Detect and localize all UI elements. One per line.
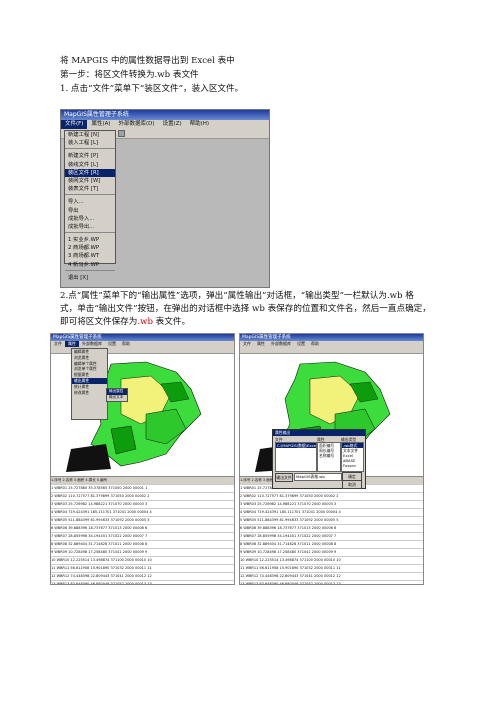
attribute-table: 1.序号 2.名称 3.面积 4.周长 5.编号 1 WBR01 25.7278… <box>240 476 423 584</box>
table-row[interactable]: 12 WBR12 74.448398 22.809443 371041 2000… <box>51 573 234 581</box>
menu-item-import[interactable]: 导入... <box>65 198 115 206</box>
menu-help[interactable]: 帮助(H) <box>186 120 213 129</box>
file-menu-dropdown: 新建工程 [N] 装入工程 [L] 新建文件 [P] 装线文件 [L] 装区文件… <box>64 130 116 281</box>
file-list[interactable]: C:\MAPGIS\数据\Excel区.WP <box>275 442 317 472</box>
table-row[interactable]: 3 WBR03 25.726982 14.988221 371070 2000 … <box>51 501 234 509</box>
menu-item-exit[interactable]: 退出 [X] <box>65 274 115 282</box>
list-item[interactable]: 名称编号 <box>318 453 340 458</box>
menu-item-load-area-file[interactable]: 装区文件 [R] <box>65 168 115 177</box>
table-row[interactable]: 11 WBR11 56.611958 15.901890 371032 2000… <box>240 565 423 573</box>
table-row[interactable]: 10 WBR10 12.225514 13.498874 371100 2000… <box>240 557 423 565</box>
step2-line3-a: 即可将区文件保存为 <box>60 317 138 327</box>
menu-item-load-table-file[interactable]: 装表文件 [T] <box>65 185 115 193</box>
table-row[interactable]: 3 WBR03 25.726982 14.988221 371070 2000 … <box>240 501 423 509</box>
table-row[interactable]: 2 WBR02 110.727577 81.379899 371050 2000… <box>51 493 234 501</box>
menu-settings[interactable]: 设置 <box>294 341 308 347</box>
table-row[interactable]: 5 WBR05 511.884399 81.994633 371092 2000… <box>51 517 234 525</box>
table-row[interactable]: 7 WBR07 28.855998 34.194451 371022 2000 … <box>240 533 423 541</box>
menu-file[interactable]: 文件 <box>240 341 254 347</box>
menu-external-db[interactable]: 外部数据库 <box>268 341 294 347</box>
menu-file[interactable]: 文件(F) <box>61 120 88 129</box>
menu-item-load-line-file[interactable]: 装线文件 [L] <box>65 161 115 169</box>
menu-item-export[interactable]: 导出 <box>65 207 115 215</box>
table-row[interactable]: 11 WBR11 56.611958 15.901890 371032 2000… <box>51 565 234 573</box>
menu-help[interactable]: 帮助 <box>119 341 133 347</box>
attribute-menu-dropdown: 编辑属性 浏览属性 编辑单个属性 浏览单个属性 根据属性 输出属性 统计属性 修… <box>71 348 108 420</box>
menu-bar: 文件(F) 属性(A) 外部数据库(D) 设置(Z) 帮助(H) <box>61 120 269 129</box>
menu-file[interactable]: 文件 <box>51 341 65 347</box>
menu-divider <box>65 148 115 151</box>
menu-item-recent-1[interactable]: 1 实业乡.WP <box>65 236 115 244</box>
screenshot-output-dialog: MapGIS属性管理子系统 文件 属性 外部数据库 设置 帮助 1.序号 2.名… <box>239 333 424 585</box>
menu-item-new-project[interactable]: 新建工程 [N] <box>65 131 115 139</box>
menu-help[interactable]: 帮助 <box>308 341 322 347</box>
menu-item-recent-2[interactable]: 2 商场都.WP <box>65 244 115 252</box>
step2-line3: 即可将区文件保存为.wb 表文件。 <box>60 317 190 328</box>
menu-divider <box>65 194 115 197</box>
menu-external-db[interactable]: 外部数据库 <box>79 341 105 347</box>
menu-item-batch-import[interactable]: 成批导入... <box>65 215 115 223</box>
table-row[interactable]: 4 WBR04 719.424391 185.111701 371041 200… <box>240 509 423 517</box>
menu-item-recent-3[interactable]: 3 商场都.WT <box>65 252 115 260</box>
cancel-button[interactable]: 取消 <box>342 480 362 489</box>
table-row[interactable]: 7 WBR07 28.855998 34.194451 371022 2000 … <box>51 533 234 541</box>
output-submenu: 输出属性 输出文本 <box>106 388 128 402</box>
attribute-table: 1.序号 2.名称 3.面积 4.周长 5.编号 1 WBR01 25.7278… <box>51 476 234 584</box>
attribute-output-dialog: 属性输出 文件 属性 输出类型 C:\MAPGIS\数据\Excel区.WP 面… <box>272 429 366 489</box>
screenshot-file-menu: MapGIS属性管理子系统 文件(F) 属性(A) 外部数据库(D) 设置(Z)… <box>60 109 270 288</box>
menu-settings[interactable]: 设置(Z) <box>159 120 186 129</box>
menu-attribute[interactable]: 属性 <box>65 341 79 347</box>
menu-item-new-file[interactable]: 新建文件 [P] <box>65 152 115 160</box>
menu-item-recent-4[interactable]: 4 新马乡.WP <box>65 261 115 269</box>
submenu-output-text[interactable]: 输出文本 <box>107 395 127 401</box>
field-list[interactable]: 面积编号 周长编号 名称编号 <box>317 442 341 472</box>
output-file-field[interactable]: MapGIS表格.wb <box>294 473 342 481</box>
table-row[interactable]: 1 WBR01 25.727880 35.378565 371000 2000 … <box>51 485 234 493</box>
table-body: 1 WBR01 25.727880 35.378565 371000 2000 … <box>51 485 234 584</box>
menu-attribute[interactable]: 属性 <box>254 341 268 347</box>
menu-item-modify-attr[interactable]: 修改属性 <box>72 390 107 396</box>
window-title: MapGIS属性管理子系统 <box>61 110 269 120</box>
menu-external-db[interactable]: 外部数据库(D) <box>115 120 159 129</box>
output-file-button[interactable]: 输出文件 <box>275 473 293 482</box>
table-row[interactable]: 9 WBR09 10.728498 17.258480 371041 2000 … <box>240 549 423 557</box>
table-row[interactable]: 8 WBR08 32.889404 31.714828 371011 2000 … <box>51 541 234 549</box>
menu-attribute[interactable]: 属性(A) <box>87 120 114 129</box>
screenshot-attribute-menu: MapGIS属性管理子系统 文件 属性 外部数据库 设置 帮助 编辑属性 浏览属… <box>50 333 235 585</box>
list-item[interactable]: C:\MAPGIS\数据\Excel区.WP <box>276 443 316 448</box>
list-item[interactable]: Foxpro <box>342 463 363 468</box>
table-row[interactable]: 5 WBR05 511.884399 81.994633 371092 2000… <box>240 517 423 525</box>
table-row[interactable]: 8 WBR08 32.889404 31.714828 371011 2000 … <box>240 541 423 549</box>
step1-heading: 第一步：将区文件转换为.wb 表文件 <box>60 70 199 80</box>
table-row[interactable]: 6 WBR06 39.888396 18.737677 371013 2000 … <box>51 525 234 533</box>
table-row[interactable]: 12 WBR12 74.448398 22.809443 371041 2000… <box>240 573 423 581</box>
menu-settings[interactable]: 设置 <box>105 341 119 347</box>
wb-highlight: .wb <box>137 317 153 327</box>
doc-title: 将 MAPGIS 中的属性数据导出到 Excel 表中 <box>60 56 235 66</box>
table-row[interactable]: 4 WBR04 719.424391 185.111701 371041 200… <box>51 509 234 517</box>
table-body: 1 WBR01 25.727880 35.378565 371000 2000 … <box>240 485 423 584</box>
menu-item-load-net-file[interactable]: 装网文件 [W] <box>65 177 115 185</box>
step1-instruction: 1. 点击“文件”菜单下“装区文件”，装入区文件。 <box>60 84 244 94</box>
menu-item-open-project[interactable]: 装入工程 [L] <box>65 139 115 147</box>
table-row[interactable]: 13 WBR13 83.648390 46.880049 371052 2000… <box>240 581 423 584</box>
table-row[interactable]: 9 WBR09 10.728498 17.258480 371041 2000 … <box>51 549 234 557</box>
output-type-list[interactable]: .wb格式 文本文件 Excel dBASE Foxpro <box>341 442 364 472</box>
step2-line3-c: 表文件。 <box>152 317 191 327</box>
table-row[interactable]: 6 WBR06 39.888396 18.737677 371013 2000 … <box>240 525 423 533</box>
window-title: MapGIS属性管理子系统 <box>51 334 234 341</box>
table-row[interactable]: 13 WBR13 83.648390 46.880049 371052 2000… <box>51 581 234 584</box>
table-header: 1.序号 2.名称 3.面积 4.周长 5.编号 <box>51 477 234 485</box>
window-title: MapGIS属性管理子系统 <box>240 334 423 341</box>
menu-item-batch-export[interactable]: 成批导出... <box>65 223 115 231</box>
table-row[interactable]: 2 WBR02 110.727577 81.379899 371050 2000… <box>240 493 423 501</box>
menu-divider <box>65 232 115 235</box>
table-row[interactable]: 10 WBR10 12.225514 13.498874 371100 2000… <box>51 557 234 565</box>
toolbar <box>240 347 423 354</box>
menu-divider <box>65 269 115 273</box>
step2-line1: 2.点“属性”菜单下的“输出属性”选项，弹出“属性输出”对话框，“输出类型”一栏… <box>60 291 414 301</box>
dialog-title: 属性输出 <box>273 430 365 436</box>
step2-line2: 式，单击“输出文件”按钮，在弹出的对话框中选择 wb 表保存的位置和文件名，然后… <box>60 304 431 314</box>
